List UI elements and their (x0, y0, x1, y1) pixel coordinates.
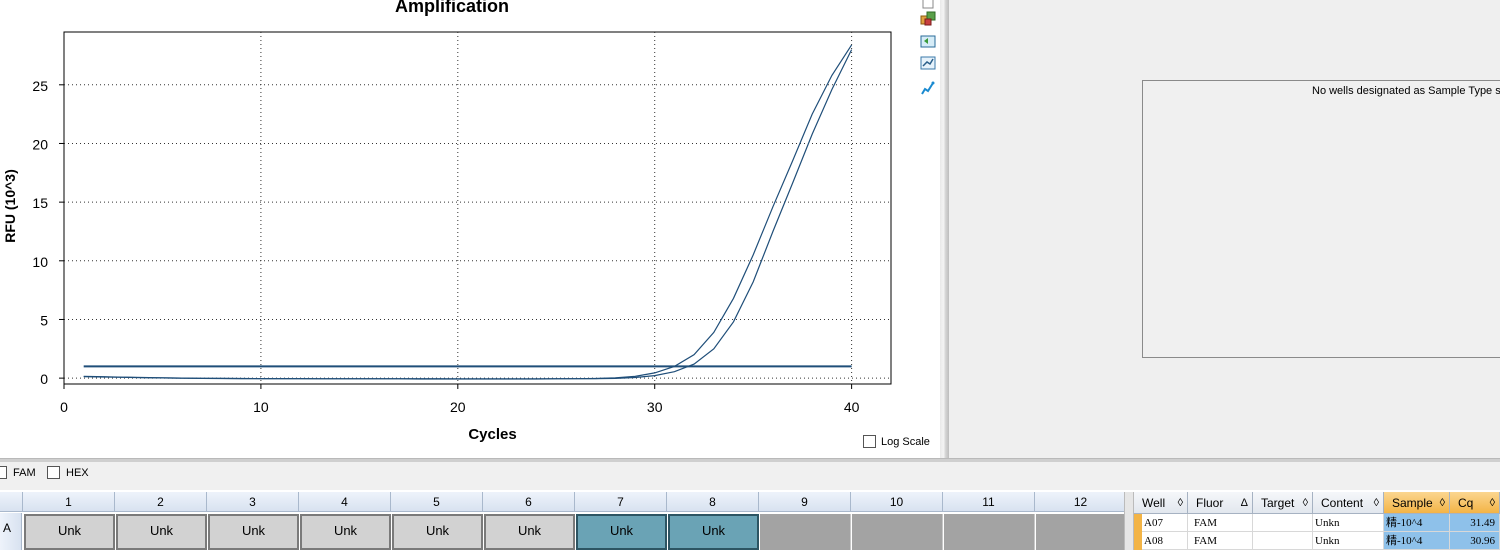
plate-well[interactable]: Unk (484, 514, 575, 550)
col-header-fluor[interactable]: Fluor Δ (1188, 492, 1253, 514)
chart-title: Amplification (394, 0, 509, 16)
plate-corner[interactable] (0, 492, 23, 512)
y-tick-label: 0 (40, 371, 48, 387)
plate-col-header[interactable]: 1 (23, 492, 115, 512)
chart-toolbar (916, 0, 940, 100)
line-chart-icon[interactable] (920, 80, 936, 96)
log-scale-toggle[interactable]: Log Scale (863, 435, 930, 448)
x-tick-label: 30 (647, 399, 663, 415)
cell-well[interactable]: A08 (1142, 532, 1188, 550)
y-axis-label: RFU (10^3) (2, 169, 18, 243)
plate-col-header[interactable]: 4 (299, 492, 391, 512)
plate-col-header[interactable]: 9 (759, 492, 851, 512)
export-icon[interactable] (920, 10, 936, 26)
plate-col-header[interactable]: 10 (851, 492, 943, 512)
col-header-sample[interactable]: Sample ◊ (1384, 492, 1450, 514)
y-tick-label: 20 (32, 136, 48, 152)
fluorophore-bar: FAM HEX (0, 462, 1500, 490)
copy-icon[interactable] (920, 0, 936, 10)
hex-label: HEX (66, 466, 89, 479)
zoom-icon[interactable] (920, 33, 936, 49)
cell-content[interactable]: Unkn (1313, 532, 1384, 550)
cell-target[interactable] (1253, 532, 1313, 550)
plate-well[interactable]: Unk (392, 514, 483, 550)
cell-well[interactable]: A07 (1142, 514, 1188, 532)
fam-toggle[interactable]: FAM (0, 466, 36, 479)
hex-toggle[interactable]: HEX (47, 466, 89, 479)
x-tick-label: 0 (60, 399, 68, 415)
row-indicator (1134, 532, 1142, 550)
plate-well[interactable]: Unk (300, 514, 391, 550)
cell-sample[interactable]: 精-10^4 (1384, 514, 1450, 532)
cell-fluor[interactable]: FAM (1188, 532, 1253, 550)
y-tick-label: 10 (32, 254, 48, 270)
plate-well[interactable] (852, 514, 943, 550)
plate-well[interactable]: Unk (208, 514, 299, 550)
plate-col-header[interactable]: 11 (943, 492, 1035, 512)
cell-cq[interactable]: 30.96 (1450, 532, 1500, 550)
col-header-target[interactable]: Target ◊ (1253, 492, 1313, 514)
x-tick-label: 20 (450, 399, 466, 415)
plate-col-header[interactable]: 8 (667, 492, 759, 512)
y-tick-label: 15 (32, 195, 48, 211)
plate-col-header[interactable]: 6 (483, 492, 575, 512)
results-table: Well ◊ Fluor Δ Target ◊ Content ◊ Sample ◊ Cq… (1134, 492, 1500, 550)
plate-well[interactable]: Unk (576, 514, 667, 550)
col-header-cq[interactable]: Cq ◊ (1450, 492, 1500, 514)
cell-fluor[interactable]: FAM (1188, 514, 1253, 532)
fam-label: FAM (13, 466, 36, 479)
plate-well[interactable] (944, 514, 1035, 550)
plate-well[interactable]: Unk (24, 514, 115, 550)
col-header-well[interactable]: Well ◊ (1134, 492, 1188, 514)
x-axis-label: Cycles (468, 426, 516, 443)
vertical-splitter[interactable] (940, 0, 949, 458)
amplification-chart: 0 10 20 30 40 0 5 10 15 20 25 Cycles RFU (10^3) (2, 31, 892, 443)
cell-sample[interactable]: 精-10^4 (1384, 532, 1450, 550)
plate-col-header[interactable]: 7 (575, 492, 667, 512)
y-tick-label: 25 (32, 78, 48, 94)
plate-well[interactable]: Unk (668, 514, 759, 550)
col-header-content[interactable]: Content ◊ (1313, 492, 1384, 514)
fam-checkbox[interactable] (0, 466, 7, 479)
hex-checkbox[interactable] (47, 466, 60, 479)
plate-col-header[interactable]: 3 (207, 492, 299, 512)
cell-content[interactable]: Unkn (1313, 514, 1384, 532)
cell-target[interactable] (1253, 514, 1313, 532)
plate-col-header[interactable]: 12 (1035, 492, 1127, 512)
row-indicator (1134, 514, 1142, 532)
cell-cq[interactable]: 31.49 (1450, 514, 1500, 532)
plate-well[interactable]: Unk (116, 514, 207, 550)
plate-view: 1 2 3 4 5 6 7 8 9 10 11 12 A Unk Unk Unk Unk Unk Unk Unk U… (0, 492, 1127, 550)
x-tick-label: 10 (253, 399, 269, 415)
plate-col-header[interactable]: 2 (115, 492, 207, 512)
log-scale-checkbox[interactable] (863, 435, 876, 448)
plate-well[interactable] (1036, 514, 1127, 550)
x-tick-label: 40 (844, 399, 860, 415)
plate-col-header[interactable]: 5 (391, 492, 483, 512)
plate-well[interactable] (760, 514, 851, 550)
chart-settings-icon[interactable] (920, 55, 936, 71)
log-scale-label: Log Scale (881, 435, 930, 448)
standard-curve-panel: No wells designated as Sample Type sta (949, 0, 1500, 458)
amplification-chart-panel: 0 10 20 30 40 0 5 10 15 20 25 Cycles RFU (10^3) Ampl… (0, 0, 940, 458)
plate-table-splitter[interactable] (1124, 492, 1134, 550)
standard-curve-box: No wells designated as Sample Type sta (1142, 80, 1500, 358)
row-header-a[interactable]: A (0, 513, 22, 550)
no-standards-message: No wells designated as Sample Type sta (1312, 85, 1500, 97)
y-tick-label: 5 (40, 312, 48, 328)
